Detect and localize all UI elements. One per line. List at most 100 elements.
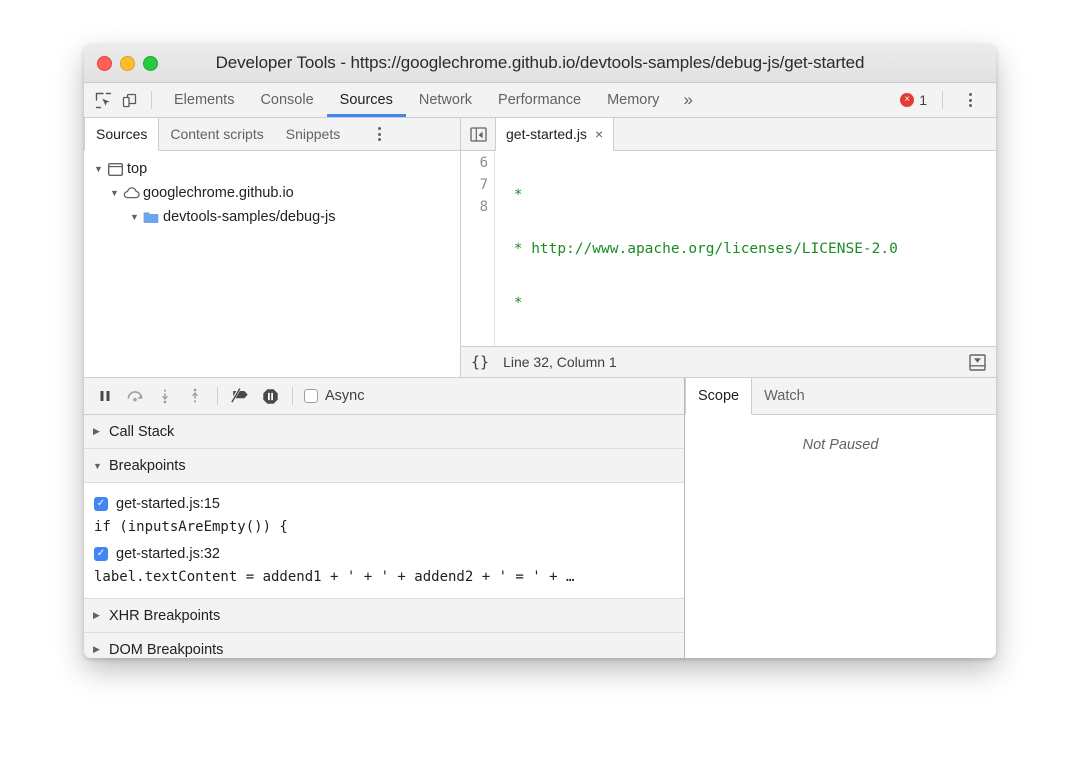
breakpoint-header: ✓ get-started.js:15 xyxy=(84,493,684,515)
cursor-position-label: Line 32, Column 1 xyxy=(503,354,617,370)
tab-elements[interactable]: Elements xyxy=(161,83,247,117)
tree-node-domain[interactable]: ▼ googlechrome.github.io xyxy=(84,181,460,205)
maximize-window-button[interactable] xyxy=(143,55,158,71)
navigator-tab-sources[interactable]: Sources xyxy=(84,118,160,151)
code-line: * http://www.apache.org/licenses/LICENSE… xyxy=(505,241,898,257)
chevron-down-icon[interactable]: ▼ xyxy=(92,164,105,174)
tab-performance[interactable]: Performance xyxy=(485,83,594,117)
close-icon[interactable]: × xyxy=(595,126,603,142)
lower-split: Async ▶ Call Stack ▼ Breakpoints ✓ get-s… xyxy=(84,378,996,658)
breakpoint-header: ✓ get-started.js:32 xyxy=(84,543,684,565)
main-menu-icon[interactable] xyxy=(952,93,988,107)
minimize-window-button[interactable] xyxy=(120,55,135,71)
chevron-down-icon[interactable]: ▼ xyxy=(108,188,121,198)
device-toolbar-icon[interactable] xyxy=(116,88,142,112)
line-number-gutter: 6 7 8 xyxy=(461,151,495,346)
devtools-tabbar: Elements Console Sources Network Perform… xyxy=(84,83,996,118)
tree-node-top[interactable]: ▼ top xyxy=(84,157,460,181)
file-tree: ▼ top ▼ googlechrome.github.io ▼ devtool… xyxy=(84,151,460,377)
line-number: 7 xyxy=(479,177,488,193)
deactivate-breakpoints-button[interactable] xyxy=(225,383,255,409)
chevron-down-icon[interactable]: ▼ xyxy=(93,461,109,471)
close-window-button[interactable] xyxy=(97,55,112,71)
debugger-divider xyxy=(217,387,218,405)
pretty-print-icon[interactable]: {} xyxy=(471,353,489,371)
editor-tab-label: get-started.js xyxy=(506,126,587,142)
section-label: XHR Breakpoints xyxy=(109,607,221,624)
editor-pane: get-started.js × 6 7 8 * * http://www.ap… xyxy=(461,118,996,377)
breakpoint-location: get-started.js:15 xyxy=(116,496,220,512)
line-number: 8 xyxy=(479,199,488,215)
code-line: * xyxy=(505,187,523,203)
step-out-button[interactable] xyxy=(180,383,210,409)
debugger-pane: Async ▶ Call Stack ▼ Breakpoints ✓ get-s… xyxy=(84,378,685,658)
scope-pane: Scope Watch Not Paused xyxy=(685,378,996,658)
folder-icon xyxy=(141,211,161,224)
screenshot-root: Developer Tools - https://googlechrome.g… xyxy=(0,0,1080,780)
breakpoint-code: label.textContent = addend1 + ' + ' + ad… xyxy=(94,569,575,585)
window-titlebar: Developer Tools - https://googlechrome.g… xyxy=(84,44,996,83)
chevron-right-icon[interactable]: ▶ xyxy=(93,426,109,437)
frame-icon xyxy=(105,162,125,176)
window-title: Developer Tools - https://googlechrome.g… xyxy=(215,53,865,72)
inspect-element-icon[interactable] xyxy=(90,88,116,112)
section-call-stack[interactable]: ▶ Call Stack xyxy=(84,415,684,449)
error-count: 1 xyxy=(919,92,927,108)
navigator-pane: Sources Content scripts Snippets ▼ top ▼… xyxy=(84,118,461,377)
scope-empty-message: Not Paused xyxy=(802,437,879,453)
navigator-tab-content-scripts[interactable]: Content scripts xyxy=(159,118,274,150)
section-dom-breakpoints[interactable]: ▶ DOM Breakpoints xyxy=(84,633,684,658)
toolbar-right: × 1 xyxy=(894,91,988,109)
pause-on-exceptions-button[interactable] xyxy=(255,383,285,409)
section-xhr-breakpoints[interactable]: ▶ XHR Breakpoints xyxy=(84,599,684,633)
tree-node-folder[interactable]: ▼ devtools-samples/debug-js xyxy=(84,205,460,229)
section-label: Call Stack xyxy=(109,423,175,440)
toolbar-divider xyxy=(151,91,152,109)
more-tabs-icon[interactable]: » xyxy=(672,83,703,117)
step-into-button[interactable] xyxy=(150,383,180,409)
breakpoint-checkbox[interactable]: ✓ xyxy=(94,497,108,511)
upper-split: Sources Content scripts Snippets ▼ top ▼… xyxy=(84,118,996,378)
tab-scope[interactable]: Scope xyxy=(685,378,753,415)
navigator-menu-icon[interactable] xyxy=(351,118,407,150)
breakpoint-item[interactable]: ✓ get-started.js:32 label.textContent = … xyxy=(84,540,684,590)
line-number: 6 xyxy=(479,155,488,171)
toolbar-divider-right xyxy=(942,91,943,109)
async-checkbox-group[interactable]: Async xyxy=(304,388,365,404)
chevron-down-icon[interactable]: ▼ xyxy=(128,212,141,222)
chevron-right-icon[interactable]: ▶ xyxy=(93,610,109,621)
tab-watch[interactable]: Watch xyxy=(752,378,817,414)
async-checkbox[interactable] xyxy=(304,389,318,403)
debugger-toolbar: Async xyxy=(84,378,684,415)
section-label: DOM Breakpoints xyxy=(109,641,224,658)
resume-pause-button[interactable] xyxy=(90,383,120,409)
collapse-sidebar-icon[interactable] xyxy=(461,118,496,150)
error-badge[interactable]: × 1 xyxy=(894,92,933,108)
tab-sources[interactable]: Sources xyxy=(326,83,407,117)
tab-network[interactable]: Network xyxy=(406,83,485,117)
traffic-lights xyxy=(97,55,158,71)
section-breakpoints[interactable]: ▼ Breakpoints xyxy=(84,449,684,483)
chevron-right-icon[interactable]: ▶ xyxy=(93,644,109,655)
breakpoint-location: get-started.js:32 xyxy=(116,546,220,562)
tab-console[interactable]: Console xyxy=(247,83,326,117)
breakpoint-checkbox[interactable]: ✓ xyxy=(94,547,108,561)
panel-tabs: Elements Console Sources Network Perform… xyxy=(161,83,704,117)
tree-node-label: googlechrome.github.io xyxy=(143,185,294,201)
debugger-divider-2 xyxy=(292,387,293,405)
async-label: Async xyxy=(325,388,365,404)
show-drawer-icon[interactable] xyxy=(969,353,986,371)
debugger-sections: ▶ Call Stack ▼ Breakpoints ✓ get-started… xyxy=(84,415,684,658)
editor-tab-get-started-js[interactable]: get-started.js × xyxy=(496,118,615,151)
breakpoint-item[interactable]: ✓ get-started.js:15 if (inputsAreEmpty()… xyxy=(84,490,684,540)
error-icon: × xyxy=(900,93,915,107)
code-line: * xyxy=(505,295,523,311)
navigator-tab-snippets[interactable]: Snippets xyxy=(275,118,351,150)
tree-node-label: devtools-samples/debug-js xyxy=(163,209,336,225)
devtools-window: Developer Tools - https://googlechrome.g… xyxy=(84,44,996,658)
cloud-icon xyxy=(121,187,141,199)
step-over-button[interactable] xyxy=(120,383,150,409)
tab-memory[interactable]: Memory xyxy=(594,83,672,117)
editor-tabbar: get-started.js × xyxy=(461,118,996,151)
code-viewport[interactable]: 6 7 8 * * http://www.apache.org/licenses… xyxy=(461,151,996,346)
